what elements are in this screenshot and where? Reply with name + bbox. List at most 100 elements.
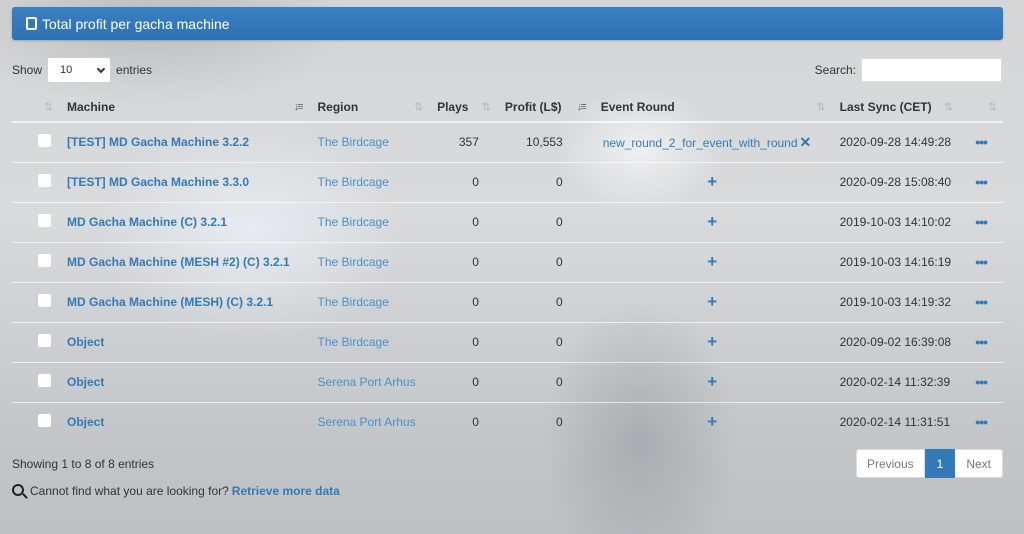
- more-options-icon[interactable]: •••: [975, 414, 988, 430]
- table-row: [TEST] MD Gacha Machine 3.2.2 The Birdcag…: [12, 122, 1003, 163]
- entries-per-page-value: 10: [60, 64, 73, 76]
- event-round-cell: +: [592, 162, 832, 203]
- machine-link[interactable]: MD Gacha Machine (C) 3.2.1: [67, 215, 227, 229]
- machine-cell: Object: [59, 402, 310, 442]
- select-cell: [12, 162, 59, 203]
- plays-cell: 0: [429, 202, 497, 243]
- actions-cell: •••: [959, 362, 1003, 403]
- actions-cell: •••: [959, 322, 1003, 363]
- machine-link[interactable]: [TEST] MD Gacha Machine 3.2.2: [67, 135, 249, 149]
- add-event-round-icon[interactable]: +: [707, 252, 717, 271]
- row-checkbox[interactable]: [38, 174, 51, 187]
- next-page-button[interactable]: Next: [955, 449, 1003, 478]
- page-1-button[interactable]: 1: [924, 449, 956, 478]
- more-options-icon[interactable]: •••: [975, 214, 988, 230]
- more-options-icon[interactable]: •••: [975, 374, 988, 390]
- col-last-sync[interactable]: Last Sync (CET) ⇅: [831, 92, 960, 123]
- row-checkbox[interactable]: [38, 254, 51, 267]
- table-body: [TEST] MD Gacha Machine 3.2.2 The Birdcag…: [12, 122, 1003, 442]
- col-machine[interactable]: Machine ↓≡: [59, 92, 310, 123]
- add-event-round-icon[interactable]: +: [707, 412, 717, 431]
- col-event-round[interactable]: Event Round ⇅: [592, 92, 832, 123]
- col-last-sync-label: Last Sync (CET): [839, 99, 932, 114]
- event-round-cell: +: [593, 402, 832, 442]
- add-event-round-icon[interactable]: +: [707, 292, 717, 311]
- region-link[interactable]: The Birdcage: [318, 335, 389, 349]
- add-event-round-icon[interactable]: +: [707, 332, 717, 351]
- row-checkbox[interactable]: [38, 414, 51, 428]
- machine-cell: [TEST] MD Gacha Machine 3.2.2: [59, 122, 310, 163]
- add-event-round-icon[interactable]: +: [707, 372, 717, 391]
- region-link[interactable]: Serena Port Arhus: [318, 375, 416, 389]
- machine-link[interactable]: MD Gacha Machine (MESH) (C) 3.2.1: [67, 295, 273, 309]
- col-region[interactable]: Region ⇅: [309, 92, 430, 123]
- event-round-cell: +: [592, 362, 832, 403]
- table-row: MD Gacha Machine (MESH) (C) 3.2.1 The Bir…: [12, 282, 1003, 323]
- entries-per-page-select[interactable]: 10: [48, 58, 111, 82]
- actions-cell: •••: [959, 162, 1003, 203]
- event-round-cell: +: [592, 242, 832, 283]
- col-plays[interactable]: Plays ⇅: [429, 92, 497, 123]
- col-event-round-label: Event Round: [600, 99, 675, 114]
- select-cell: [12, 402, 59, 442]
- more-options-icon[interactable]: •••: [975, 294, 988, 310]
- more-options-icon[interactable]: •••: [975, 334, 988, 350]
- region-cell: The Birdcage: [309, 322, 430, 363]
- row-checkbox[interactable]: [38, 214, 51, 227]
- machine-cell: Object: [59, 322, 310, 363]
- table-row: Object Serena Port Arhus 0 0 +2020-02-14 11:…: [12, 362, 1003, 403]
- event-round-link[interactable]: new_round_2_for_event_with_round: [603, 136, 798, 150]
- region-cell: The Birdcage: [309, 162, 430, 203]
- col-select[interactable]: ⇅: [12, 92, 59, 123]
- machine-link[interactable]: MD Gacha Machine (MESH #2) (C) 3.2.1: [67, 255, 290, 269]
- add-event-round-icon[interactable]: +: [707, 212, 717, 231]
- retrieve-more-data-link[interactable]: Retrieve more data: [232, 484, 340, 498]
- event-round-cell: +: [592, 322, 832, 363]
- region-cell: The Birdcage: [309, 282, 430, 323]
- machine-link[interactable]: Object: [67, 415, 104, 429]
- search-input[interactable]: [861, 58, 1002, 82]
- machine-cell: [TEST] MD Gacha Machine 3.3.0: [59, 162, 310, 203]
- region-link[interactable]: Serena Port Arhus: [318, 415, 416, 429]
- select-cell: [12, 362, 59, 403]
- region-link[interactable]: The Birdcage: [318, 255, 389, 269]
- last-sync-cell: 2019-10-03 14:16:19: [831, 242, 960, 283]
- row-checkbox[interactable]: [38, 334, 51, 347]
- region-link[interactable]: The Birdcage: [318, 215, 389, 229]
- plays-cell: 357: [429, 122, 497, 163]
- table-row: Object Serena Port Arhus 0 0 +2020-02-14 11:…: [12, 402, 1003, 442]
- row-checkbox[interactable]: [38, 294, 51, 307]
- sort-icon: ⇅: [987, 101, 997, 113]
- previous-page-button[interactable]: Previous: [855, 449, 925, 478]
- col-actions[interactable]: ⇅: [959, 92, 1003, 123]
- machine-link[interactable]: Object: [67, 335, 104, 349]
- more-options-icon[interactable]: •••: [975, 254, 988, 270]
- row-checkbox[interactable]: [38, 134, 51, 148]
- table-row: Object The Birdcage 0 0 +2020-09-02 16:39:08…: [12, 322, 1003, 363]
- machine-link[interactable]: Object: [67, 375, 104, 389]
- table-row: MD Gacha Machine (MESH #2) (C) 3.2.1 The …: [12, 242, 1003, 283]
- machine-link[interactable]: [TEST] MD Gacha Machine 3.3.0: [67, 175, 249, 189]
- event-round-cell: +: [592, 282, 832, 323]
- add-event-round-icon[interactable]: +: [707, 172, 717, 191]
- col-profit[interactable]: Profit (L$) ↓≡: [496, 92, 593, 123]
- last-sync-cell: 2020-09-02 16:39:08: [831, 322, 960, 363]
- region-cell: The Birdcage: [309, 242, 430, 283]
- region-link[interactable]: The Birdcage: [318, 175, 389, 189]
- region-link[interactable]: The Birdcage: [318, 295, 389, 309]
- more-options-icon[interactable]: •••: [975, 134, 988, 150]
- more-options-icon[interactable]: •••: [975, 174, 988, 190]
- actions-cell: •••: [959, 402, 1003, 442]
- last-sync-cell: 2020-02-14 11:32:39: [831, 362, 960, 403]
- machine-cell: Object: [59, 362, 310, 403]
- table-row: [TEST] MD Gacha Machine 3.3.0 The Birdcag…: [12, 162, 1003, 203]
- row-checkbox[interactable]: [38, 374, 51, 387]
- region-cell: The Birdcage: [309, 122, 430, 163]
- region-cell: Serena Port Arhus: [309, 362, 430, 403]
- entries-length-control: Show 10 entries: [12, 58, 152, 82]
- region-link[interactable]: The Birdcage: [318, 135, 389, 149]
- plays-cell: 0: [472, 415, 479, 430]
- remove-event-round-icon[interactable]: ✕: [800, 134, 812, 150]
- profit-cell: 0: [496, 242, 593, 283]
- actions-cell: •••: [959, 242, 1003, 283]
